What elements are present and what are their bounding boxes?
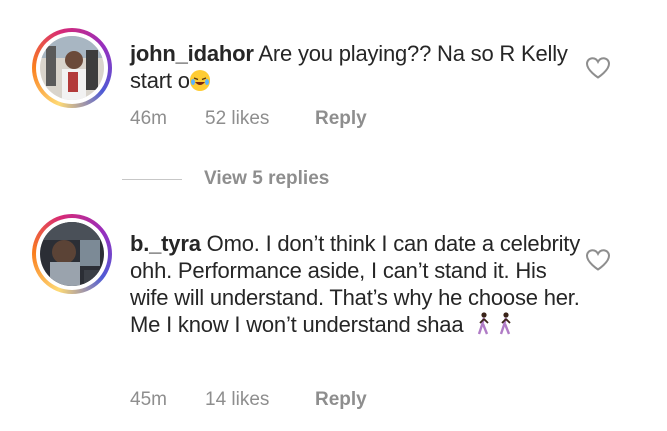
avatar: [40, 222, 104, 286]
avatar-photo-icon: [40, 36, 104, 100]
view-replies-button[interactable]: View 5 replies: [122, 168, 329, 190]
comment-time: 45m: [130, 389, 167, 410]
comment-body: john_idahor Are you playing?? Na so R Ke…: [130, 40, 570, 94]
comment-body: b._tyra Omo. I don’t think I can date a …: [130, 230, 580, 338]
avatar-border: [36, 218, 108, 290]
comment-meta: 46m 52 likes Reply: [130, 108, 367, 130]
comment-meta: 45m 14 likes Reply: [130, 389, 367, 411]
view-replies-divider: [122, 178, 182, 180]
avatar-photo-icon: [40, 222, 104, 286]
comment-likes[interactable]: 52 likes: [205, 108, 315, 130]
heart-icon[interactable]: [585, 248, 611, 272]
person-walking-emoji-icon: [497, 312, 513, 336]
view-replies-label: View 5 replies: [204, 168, 330, 189]
avatar-story-ring[interactable]: [32, 214, 112, 294]
comment-username[interactable]: john_idahor: [130, 41, 254, 66]
comment-likes[interactable]: 14 likes: [205, 389, 315, 411]
laughing-tears-emoji-icon: [189, 70, 210, 91]
heart-icon[interactable]: [585, 56, 611, 80]
comment-time: 46m: [130, 108, 167, 129]
avatar-story-ring[interactable]: [32, 28, 112, 108]
reply-button[interactable]: Reply: [315, 389, 367, 411]
comment-username[interactable]: b._tyra: [130, 231, 201, 256]
person-walking-emoji-icon: [475, 312, 491, 336]
avatar: [40, 36, 104, 100]
avatar-border: [36, 32, 108, 104]
reply-button[interactable]: Reply: [315, 108, 367, 130]
